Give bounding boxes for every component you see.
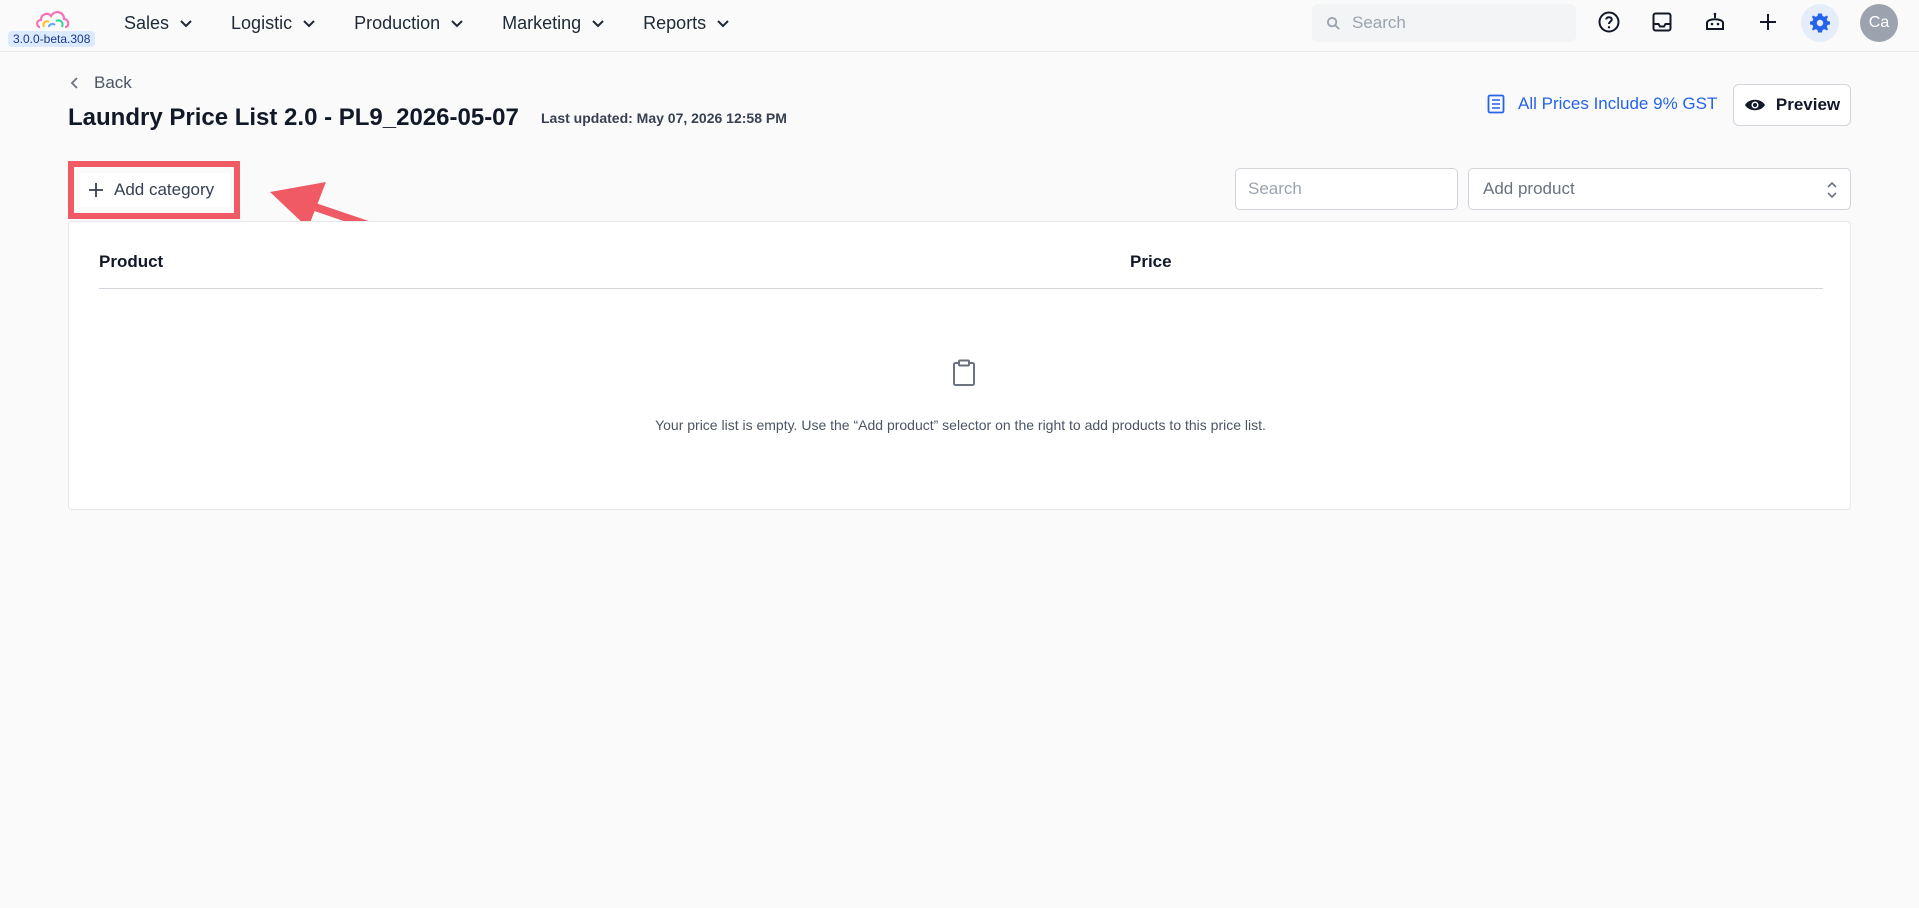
chevron-left-icon — [70, 77, 78, 89]
document-list-icon — [1487, 94, 1505, 114]
back-link[interactable]: Back — [68, 73, 132, 93]
plus-icon — [89, 183, 103, 197]
chevron-down-icon — [717, 20, 729, 28]
gst-label: All Prices Include 9% GST — [1518, 94, 1718, 113]
column-header-price: Price — [1130, 252, 1172, 271]
chevron-down-icon — [451, 20, 463, 28]
chevron-up-down-icon — [1827, 181, 1837, 199]
nav-logistic[interactable]: Logistic — [231, 13, 316, 34]
add-product-placeholder: Add product — [1483, 179, 1575, 198]
nav-marketing-label: Marketing — [502, 12, 582, 33]
page-title: Laundry Price List 2.0 - PL9_2026-05-07 — [68, 104, 519, 131]
back-label: Back — [94, 73, 132, 92]
price-list-search-input[interactable] — [1235, 168, 1458, 210]
nav-reports[interactable]: Reports — [643, 13, 730, 34]
chevron-down-icon — [592, 20, 604, 28]
inbox-icon[interactable] — [1649, 9, 1675, 35]
empty-state-message: Your price list is empty. Use the “Add p… — [655, 417, 1266, 433]
version-badge: 3.0.0-beta.308 — [8, 31, 96, 47]
search-icon — [1326, 16, 1340, 30]
top-navigation-bar: 3.0.0-beta.308 Sales Logistic Production… — [0, 0, 1919, 52]
nav-reports-label: Reports — [643, 12, 707, 33]
last-updated-text: Last updated: May 07, 2026 12:58 PM — [541, 110, 787, 126]
nav-logistic-label: Logistic — [231, 12, 293, 33]
chevron-down-icon — [180, 20, 192, 28]
plus-icon[interactable] — [1755, 9, 1781, 35]
nav-marketing[interactable]: Marketing — [502, 13, 605, 34]
header-divider — [99, 288, 1823, 289]
global-search[interactable] — [1312, 4, 1576, 42]
app-logo-icon[interactable] — [34, 7, 72, 33]
chevron-down-icon — [303, 20, 315, 28]
column-header-product: Product — [99, 252, 164, 271]
main-nav: Sales Logistic Production Marketing Repo… — [124, 0, 768, 46]
clipboard-icon — [953, 359, 975, 386]
nav-sales[interactable]: Sales — [124, 13, 193, 34]
preview-label: Preview — [1775, 95, 1841, 114]
robot-icon[interactable] — [1702, 9, 1728, 35]
help-icon[interactable] — [1596, 9, 1622, 35]
gst-info-link[interactable]: All Prices Include 9% GST — [1486, 94, 1717, 114]
price-list-table: Product Price Your price list is empty. … — [68, 221, 1851, 510]
nav-sales-label: Sales — [124, 12, 170, 33]
nav-production[interactable]: Production — [354, 13, 464, 34]
nav-production-label: Production — [354, 12, 441, 33]
global-search-input[interactable] — [1352, 4, 1572, 42]
add-product-select[interactable]: Add product — [1468, 168, 1851, 210]
add-category-button[interactable]: Add category — [80, 173, 230, 207]
add-category-label: Add category — [114, 180, 215, 199]
preview-button[interactable]: Preview — [1733, 84, 1851, 126]
eye-icon — [1744, 99, 1765, 111]
gear-icon[interactable] — [1801, 4, 1839, 42]
user-avatar[interactable]: Ca — [1860, 4, 1898, 42]
